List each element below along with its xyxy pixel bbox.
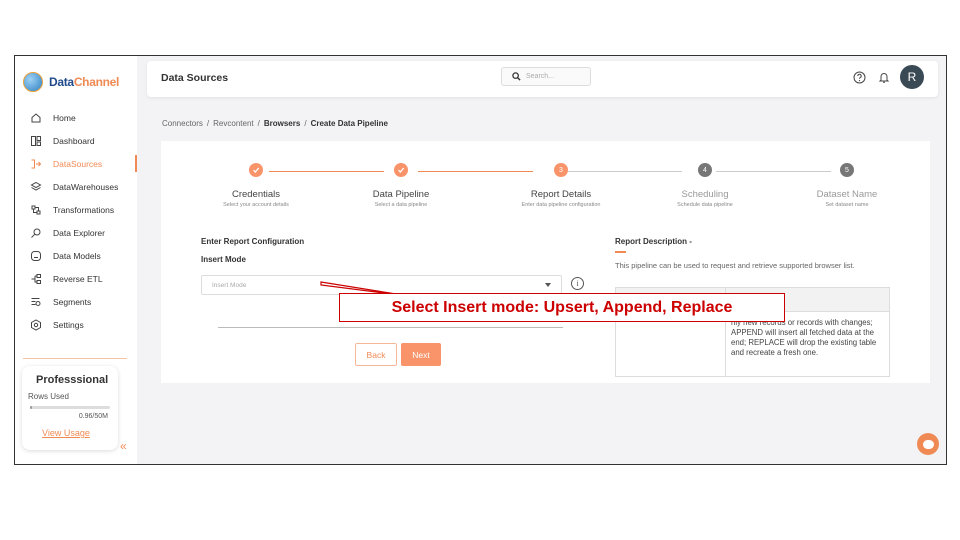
- app-window: DataChannel Home Dashboard DataSources D…: [14, 55, 947, 465]
- chat-support-button[interactable]: [917, 433, 939, 455]
- chat-bubble-icon: [922, 439, 934, 449]
- annotation-callout: Select Insert mode: Upsert, Append, Repl…: [339, 293, 785, 322]
- callout-pointer: [320, 281, 416, 298]
